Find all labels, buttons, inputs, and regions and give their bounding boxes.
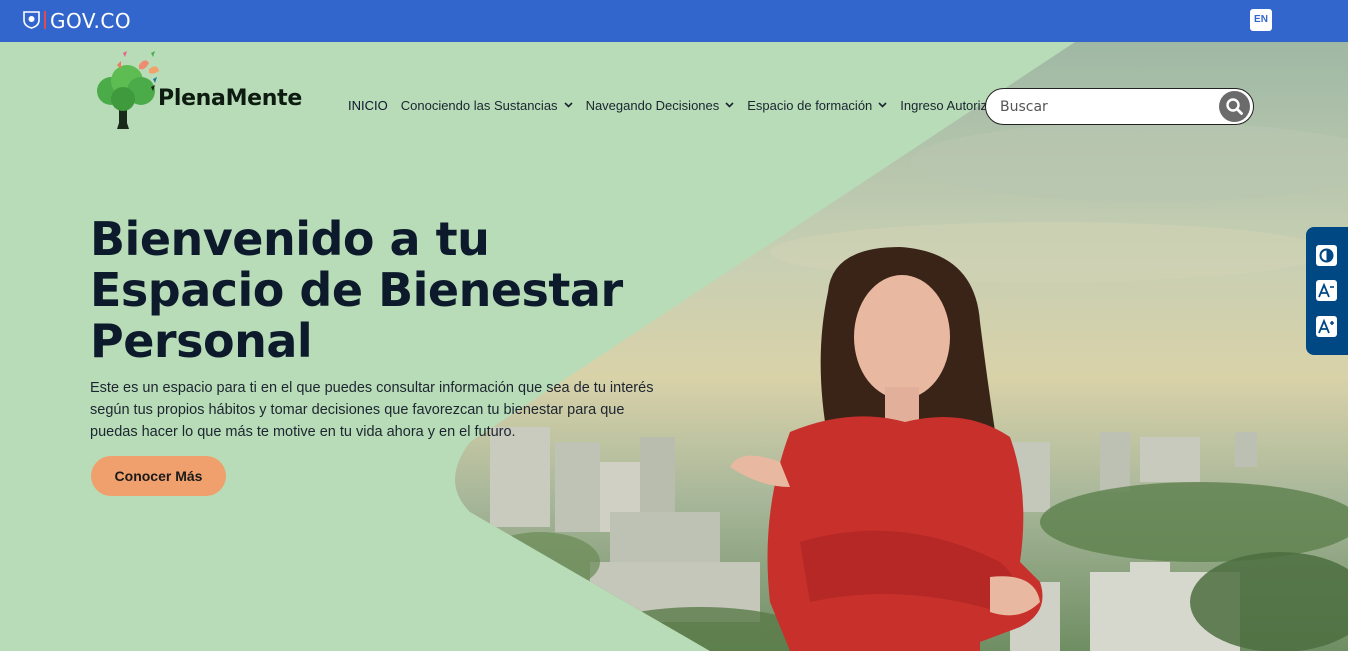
hero-description: Este es un espacio para ti en el que pue… (90, 380, 654, 440)
contrast-button[interactable] (1316, 245, 1337, 266)
conocer-mas-button[interactable]: Conocer Más (91, 456, 226, 496)
gov-separator (44, 11, 46, 29)
decrease-font-button[interactable] (1316, 280, 1337, 301)
chevron-down-icon (563, 102, 573, 108)
hero-title-line: Bienvenido a tu (90, 212, 490, 266)
decrease-font-icon (1318, 283, 1334, 298)
brand-name[interactable]: PlenaMente (158, 86, 302, 111)
chevron-down-icon (725, 102, 734, 108)
chevron-down-icon (878, 102, 887, 108)
language-toggle-button[interactable]: EN (1250, 9, 1272, 31)
search-button[interactable] (1219, 91, 1250, 122)
nav-item-sustancias[interactable]: Conociendo las Sustancias (401, 98, 573, 113)
nav-item-formacion[interactable]: Espacio de formación (747, 98, 887, 113)
increase-font-icon (1318, 319, 1334, 334)
gov-co-bar: GOV.CO EN (0, 0, 1348, 42)
nav-item-label: Espacio de formación (747, 97, 873, 113)
main-nav: INICIO Conociendo las Sustancias Navegan… (348, 96, 1022, 114)
search-box (985, 88, 1254, 125)
hero-title-line: Personal (90, 314, 313, 368)
hero-title-line: Espacio de Bienestar (90, 263, 623, 317)
hero-title: Bienvenido a tu Espacio de Bienestar Per… (90, 214, 690, 367)
search-input[interactable] (1000, 97, 1210, 117)
contrast-icon (1319, 248, 1334, 263)
increase-font-button[interactable] (1316, 316, 1337, 337)
accessibility-panel (1306, 227, 1348, 355)
colombia-shield-icon (23, 11, 40, 29)
nav-item-label: Conociendo las Sustancias (400, 97, 558, 113)
nav-item-label: Navegando Decisiones (585, 97, 720, 113)
search-icon (1226, 98, 1243, 115)
gov-co-logo[interactable]: GOV.CO (50, 9, 131, 33)
nav-item-decisiones[interactable]: Navegando Decisiones (586, 98, 735, 113)
nav-item-inicio[interactable]: INICIO (348, 98, 388, 113)
